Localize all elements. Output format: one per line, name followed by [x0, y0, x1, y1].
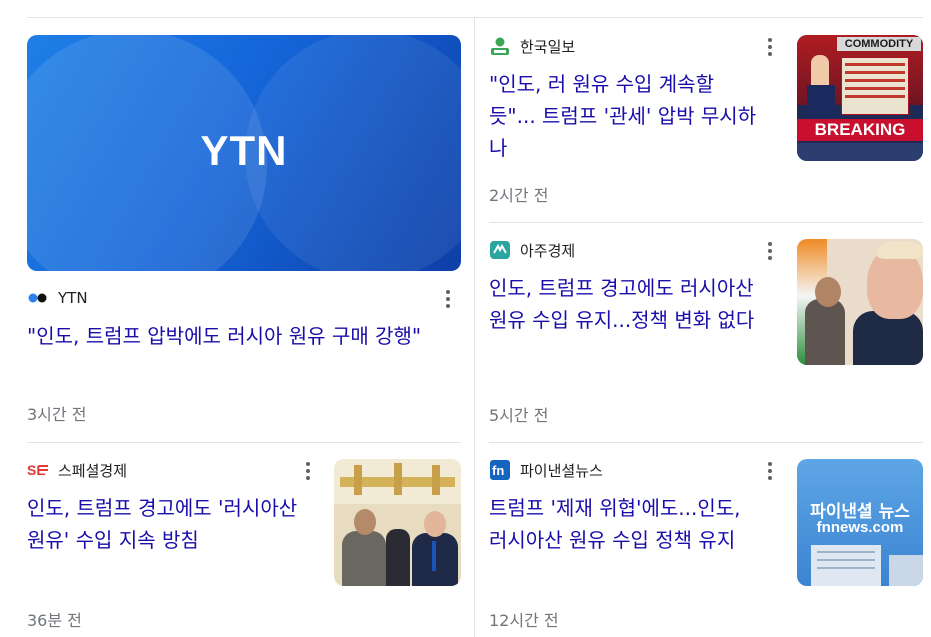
more-options-icon[interactable] [764, 241, 776, 261]
source-row: fn 파이낸셜뉴스 [489, 460, 603, 480]
article-thumbnail[interactable]: COMMODITY BREAKING [797, 35, 923, 161]
ytn-logo-text: YTN [200, 127, 288, 174]
article-thumbnail[interactable]: YTN [27, 35, 461, 271]
article-title[interactable]: "인도, 트럼프 압박에도 러시아 원유 구매 강행" [27, 320, 461, 352]
source-name[interactable]: YTN [58, 289, 88, 307]
row-divider [489, 222, 923, 223]
ytn-dots-icon [27, 288, 49, 308]
article-thumbnail[interactable]: 파이낸셜 뉴스 fnnews.com [797, 459, 923, 586]
fn-logo-icon: fn [489, 460, 511, 480]
title-line: 러시아산 원유 수입 정책 유지 [489, 528, 736, 552]
more-options-icon[interactable] [442, 289, 454, 309]
commodity-label: COMMODITY [837, 37, 921, 51]
article-title[interactable]: 인도, 트럼프 경고에도 '러시아산 원유' 수입 지속 방침 [27, 492, 322, 556]
more-options-icon[interactable] [302, 461, 314, 481]
breaking-label: BREAKING [797, 119, 923, 141]
more-options-icon[interactable] [764, 461, 776, 481]
row-divider [27, 442, 461, 443]
article-time: 12시간 전 [489, 611, 559, 630]
svg-text:fn: fn [492, 463, 504, 478]
article-title[interactable]: 트럼프 '제재 위협'에도...인도, 러시아산 원유 수입 정책 유지 [489, 492, 784, 556]
se-logo-icon: SE [27, 460, 49, 480]
article-thumbnail[interactable] [797, 239, 923, 365]
column-divider [474, 18, 475, 637]
article-title[interactable]: "인도, 러 원유 수입 계속할 듯"... 트럼프 '관세' 압박 무시하 나 [489, 68, 784, 164]
article-time: 5시간 전 [489, 406, 549, 425]
article-time: 3시간 전 [27, 405, 87, 424]
source-row: 아주경제 [489, 240, 575, 260]
article-title[interactable]: 인도, 트럼프 경고에도 러시아산 원유 수입 유지...정책 변화 없다 [489, 272, 784, 336]
more-options-icon[interactable] [764, 37, 776, 57]
source-row: YTN [27, 288, 88, 308]
person-green-icon [489, 36, 511, 56]
article-thumbnail[interactable] [334, 459, 461, 586]
source-row: SE 스페셜경제 [27, 460, 127, 480]
source-row: 한국일보 [489, 36, 575, 56]
article-time: 2시간 전 [489, 186, 549, 205]
source-name[interactable]: 파이낸셜뉴스 [520, 460, 603, 481]
source-name[interactable]: 아주경제 [520, 240, 575, 261]
row-divider [489, 442, 923, 443]
title-line: 듯"... 트럼프 '관세' 압박 무시하 [489, 104, 757, 128]
top-divider [27, 17, 923, 18]
title-line: 인도, 트럼프 경고에도 러시아산 [489, 276, 754, 300]
title-line: 원유' 수입 지속 방침 [27, 528, 199, 552]
ajou-logo-icon [489, 240, 511, 260]
title-line: 인도, 트럼프 경고에도 '러시아산 [27, 496, 298, 520]
title-line: 원유 수입 유지...정책 변화 없다 [489, 308, 755, 332]
article-time: 36분 전 [27, 611, 82, 630]
title-line: "인도, 러 원유 수입 계속할 [489, 72, 714, 96]
title-line: 나 [489, 136, 508, 160]
fnnews-url-sign: fnnews.com [816, 519, 904, 536]
source-name[interactable]: 한국일보 [520, 36, 575, 57]
title-line: 트럼프 '제재 위협'에도...인도, [489, 496, 741, 520]
source-name[interactable]: 스페셜경제 [58, 460, 127, 481]
